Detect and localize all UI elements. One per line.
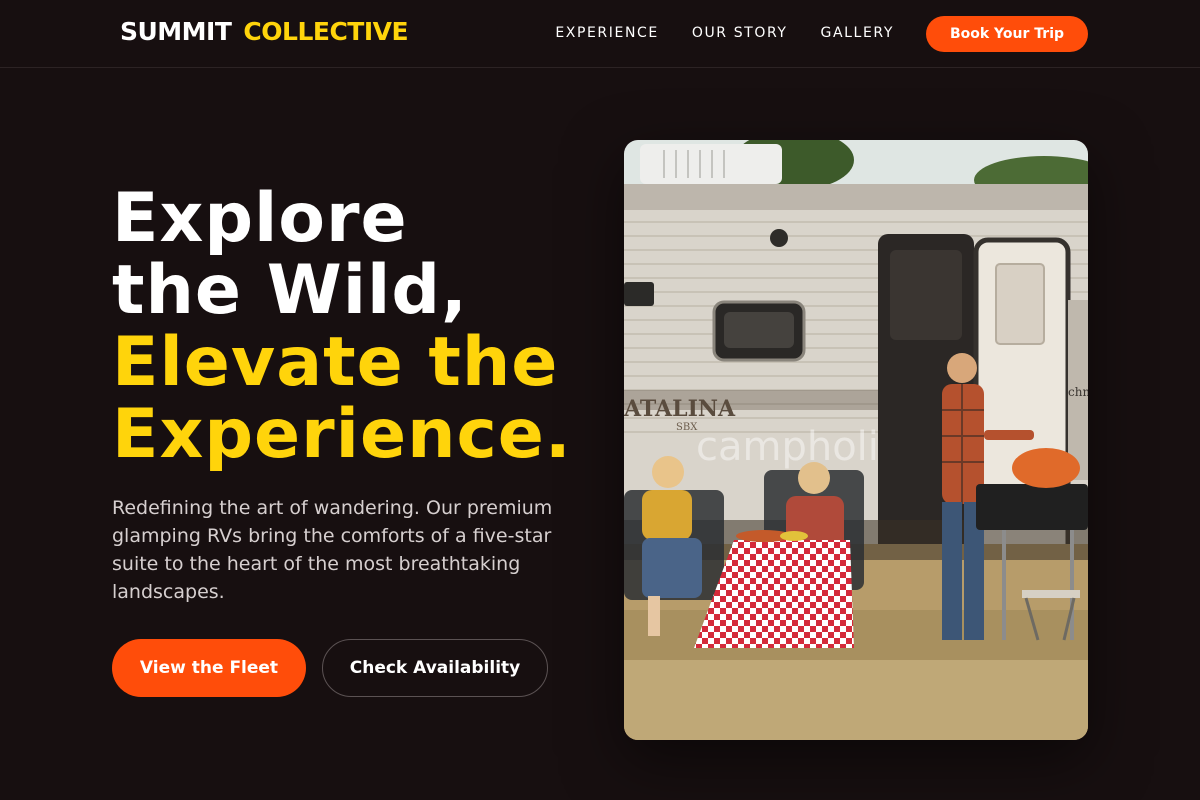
- person-man-grilling: [947, 353, 977, 383]
- hero-title-line-4: Experience.: [112, 395, 572, 474]
- hero-title-line-3: Elevate the: [112, 323, 559, 402]
- hero-photo-rv-camping: ATALINA SBX chm campholi: [624, 140, 1088, 740]
- nav-link-experience[interactable]: EXPERIENCE: [555, 25, 659, 41]
- view-the-fleet-button[interactable]: View the Fleet: [112, 639, 306, 697]
- rv-sub-text: SBX: [676, 422, 698, 433]
- portable-grill: [976, 484, 1088, 530]
- person-woman-left: [652, 456, 684, 488]
- book-your-trip-button[interactable]: Book Your Trip: [926, 16, 1088, 52]
- hero-title-line-1: Explore: [112, 179, 408, 258]
- nav-link-our-story[interactable]: OUR STORY: [692, 25, 788, 41]
- hero-description: Redefining the art of wandering. Our pre…: [112, 497, 553, 603]
- brand-logo[interactable]: SUMMIT COLLECTIVE: [120, 17, 409, 46]
- rv-door-text: chm: [1068, 385, 1088, 399]
- rv-camping-illustration: ATALINA SBX chm campholi: [624, 140, 1088, 740]
- hero-title: Explore the Wild, Elevate the Experience…: [112, 183, 612, 471]
- nav-link-gallery[interactable]: GALLERY: [821, 25, 894, 41]
- rv-speaker: [770, 229, 788, 247]
- nav-links: EXPERIENCE OUR STORY GALLERY: [555, 25, 894, 41]
- logo-word-collective: COLLECTIVE: [243, 17, 409, 46]
- top-navigation: SUMMIT COLLECTIVE EXPERIENCE OUR STORY GA…: [0, 0, 1200, 68]
- check-availability-button[interactable]: Check Availability: [322, 639, 548, 697]
- logo-word-summit: SUMMIT: [120, 17, 232, 46]
- person-woman-middle: [798, 462, 830, 494]
- image-watermark: campholi: [696, 424, 879, 470]
- rv-brand-text: ATALINA: [624, 396, 736, 422]
- hero-title-line-2: the Wild,: [112, 251, 468, 330]
